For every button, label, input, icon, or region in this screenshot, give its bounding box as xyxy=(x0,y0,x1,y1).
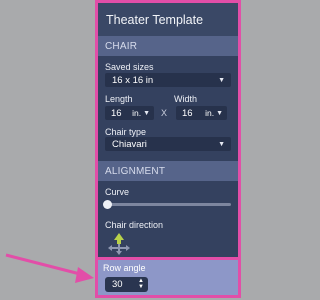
length-unit-select[interactable]: in. ▼ xyxy=(132,108,154,118)
stepper-arrows-icon[interactable]: ▲ ▼ xyxy=(138,278,144,290)
alignment-section-header[interactable]: ALIGNMENT xyxy=(98,161,238,181)
row-angle-stepper[interactable]: 30 ▲ ▼ xyxy=(105,277,148,292)
chair-type-select[interactable]: Chiavari ▼ xyxy=(105,137,231,151)
length-label: Length xyxy=(105,94,133,104)
length-value: 16 xyxy=(111,107,122,119)
width-field[interactable]: 16 in. ▼ xyxy=(176,106,227,120)
chair-direction-icon[interactable] xyxy=(107,232,131,256)
chair-type-label: Chair type xyxy=(105,127,147,137)
length-unit: in. xyxy=(132,108,142,118)
saved-sizes-select[interactable]: 16 x 16 in ▼ xyxy=(105,73,231,87)
width-unit-select[interactable]: in. ▼ xyxy=(205,108,227,118)
width-label: Width xyxy=(174,94,198,104)
times-symbol: X xyxy=(161,108,168,118)
chevron-down-icon: ▼ xyxy=(143,109,150,117)
curve-slider-track[interactable] xyxy=(105,203,231,206)
theater-template-panel: Theater Template CHAIR Saved sizes 16 x … xyxy=(95,0,241,298)
chevron-down-icon: ▼ xyxy=(218,140,225,148)
chair-section-header[interactable]: CHAIR xyxy=(98,36,238,56)
curve-slider-knob[interactable] xyxy=(103,200,112,209)
saved-sizes-value: 16 x 16 in xyxy=(112,74,154,86)
panel-title: Theater Template xyxy=(98,3,238,36)
width-value: 16 xyxy=(182,107,193,119)
length-field[interactable]: 16 in. ▼ xyxy=(105,106,154,120)
pointer-arrow-icon xyxy=(5,253,94,283)
row-angle-section: Row angle 30 ▲ ▼ xyxy=(95,257,241,298)
chair-direction-label: Chair direction xyxy=(105,220,164,230)
width-unit: in. xyxy=(205,108,215,118)
saved-sizes-label: Saved sizes xyxy=(105,62,154,72)
chevron-down-icon: ▼ xyxy=(216,109,223,117)
curve-label: Curve xyxy=(105,187,130,197)
chair-type-value: Chiavari xyxy=(112,138,147,150)
chevron-down-icon: ▼ xyxy=(218,76,225,84)
row-angle-value: 30 xyxy=(112,279,123,290)
row-angle-label: Row angle xyxy=(103,263,146,273)
